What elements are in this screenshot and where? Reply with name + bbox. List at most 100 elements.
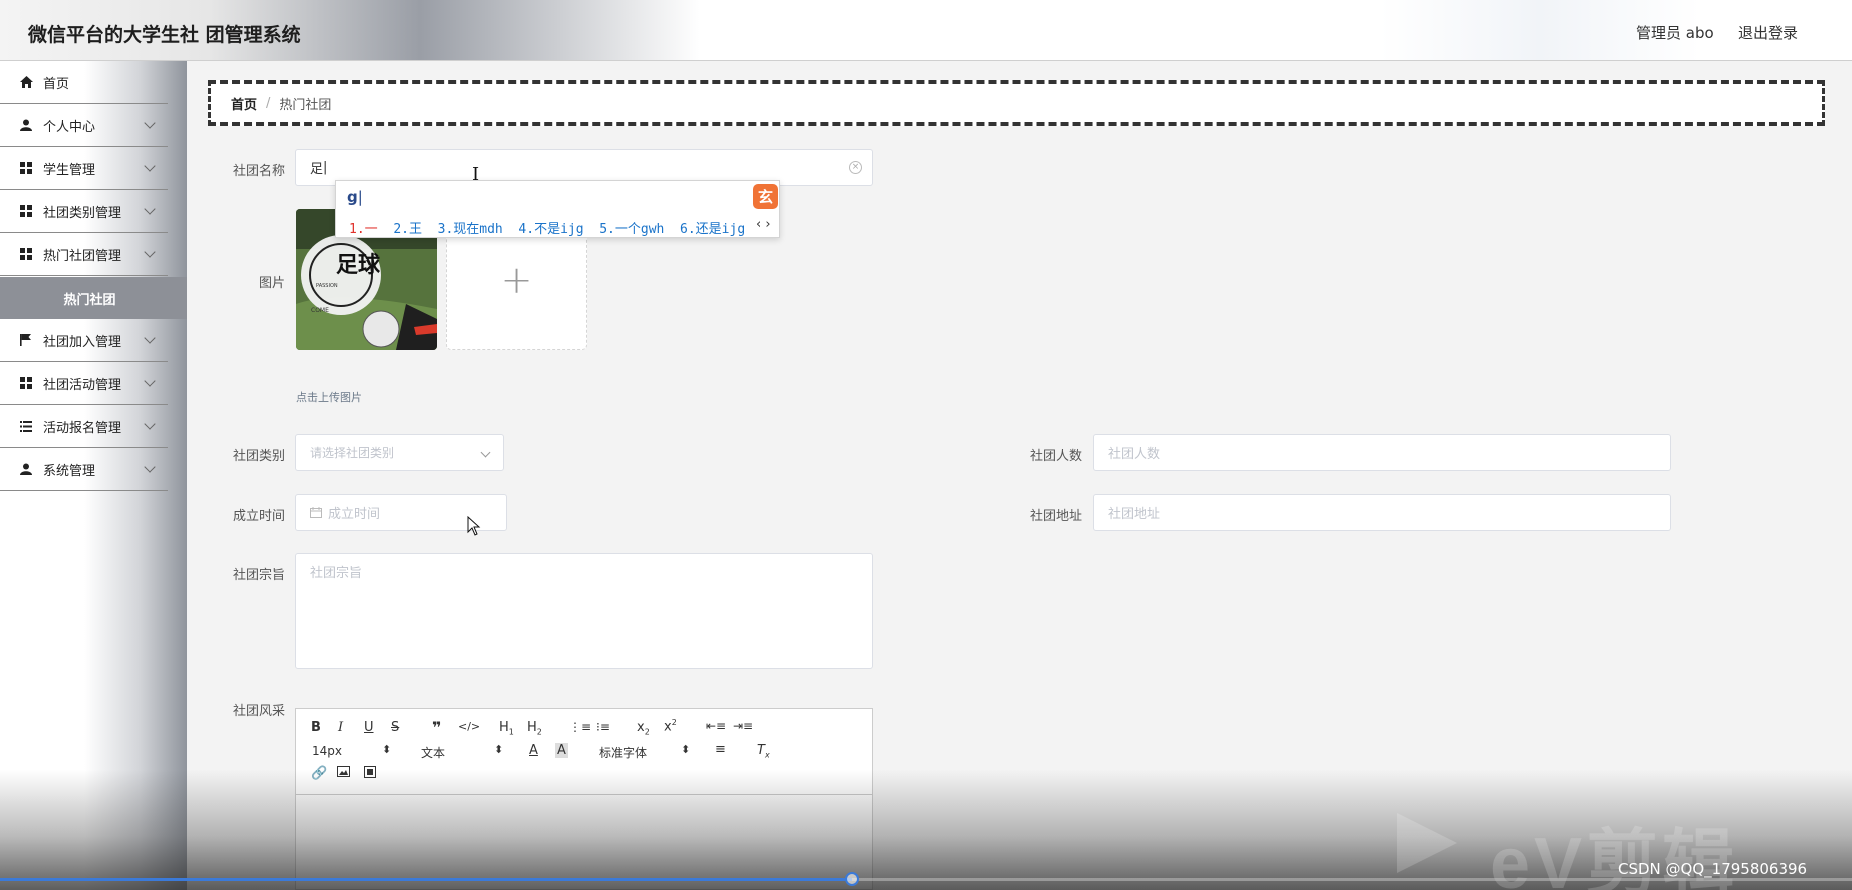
ime-candidate[interactable]: 3.现在mdh (438, 222, 503, 237)
ime-candidate[interactable]: 2.王 (393, 222, 422, 237)
address-label: 社团地址 (1029, 509, 1082, 524)
list-icon (19, 419, 33, 433)
image-icon[interactable] (337, 766, 350, 781)
italic-icon[interactable]: I (338, 720, 343, 735)
ime-logo-icon: ⽞ (753, 184, 778, 209)
indent-icon[interactable]: ⇥≡ (733, 719, 753, 733)
ime-candidate[interactable]: 5.一个gwh (599, 222, 664, 237)
club-name-label: 社团名称 (232, 164, 285, 179)
members-input[interactable]: 社团人数 (1093, 434, 1671, 471)
sidebar-item-hot-clubs[interactable]: 热门社团管理 (0, 233, 168, 276)
font-family-value: 标准字体 (599, 746, 648, 760)
sidebar-subitem-hot-club[interactable]: 热门社团 (0, 277, 187, 319)
chevron-down-icon (144, 375, 156, 387)
ime-composition: g| (347, 188, 363, 206)
purpose-textarea[interactable]: 社团宗旨 (295, 553, 873, 669)
purpose-placeholder: 社团宗旨 (310, 566, 363, 581)
calendar-icon (310, 507, 322, 518)
clear-icon[interactable]: × (849, 161, 862, 174)
address-placeholder: 社团地址 (1108, 507, 1161, 522)
video-progress-bar[interactable] (0, 872, 1852, 886)
sidebar-item-students[interactable]: 学生管理 (0, 147, 168, 190)
svg-text:COME: COME (311, 307, 329, 314)
breadcrumb-separator: / (266, 95, 271, 111)
align-icon[interactable]: ≡ (715, 742, 726, 757)
sidebar-item-system[interactable]: 系统管理 (0, 448, 168, 491)
credit-text: CSDN @QQ_1795806396 (1618, 860, 1808, 878)
sidebar-item-label: 个人中心 (43, 119, 96, 135)
chevron-down-icon (144, 332, 156, 344)
sidebar-item-label: 社团加入管理 (43, 334, 122, 350)
sidebar-item-label: 热门社团管理 (43, 248, 122, 264)
founded-placeholder: 成立时间 (328, 507, 381, 522)
chevron-down-icon (144, 418, 156, 430)
grid-icon (19, 204, 33, 218)
link-icon[interactable]: 🔗 (311, 766, 327, 781)
ime-candidate[interactable]: 6.还是ijg (680, 222, 745, 237)
ime-candidate[interactable]: 4.不是ijg (518, 222, 583, 237)
sidebar-item-label: 学生管理 (43, 162, 96, 178)
video-icon[interactable] (364, 766, 376, 782)
chevron-down-icon (480, 447, 491, 458)
block-type-value: 文本 (421, 746, 446, 760)
code-block-icon[interactable]: </> (458, 720, 480, 733)
category-label: 社团类别 (232, 449, 285, 464)
block-type-select[interactable]: 文本 (421, 744, 445, 761)
subscript-icon[interactable]: x2 (637, 720, 650, 737)
grid-icon (19, 376, 33, 390)
sidebar-item-profile[interactable]: 个人中心 (0, 104, 168, 147)
logout-link[interactable]: 退出登录 (1738, 22, 1798, 43)
play-logo-icon (1397, 813, 1457, 873)
bullet-list-icon[interactable]: ⁝≡ (596, 720, 610, 734)
ordered-list-icon[interactable]: ⋮≡ (569, 720, 591, 734)
chevron-updown-icon: ⬍ (382, 743, 392, 756)
category-select[interactable]: 请选择社团类别 (295, 434, 504, 471)
font-family-select[interactable]: 标准字体 (599, 744, 647, 761)
sidebar-subitem-label: 热门社团 (63, 292, 116, 308)
heading1-icon[interactable]: H1 (499, 720, 514, 737)
rich-text-editor[interactable]: B I U S ❞ </> H1 H2 ⋮≡ ⁝≡ x2 x2 ⇤≡ ⇥≡ 14… (295, 708, 873, 890)
heading2-icon[interactable]: H2 (527, 720, 542, 737)
sidebar-item-label: 首页 (43, 76, 70, 92)
sidebar-item-label: 社团活动管理 (43, 377, 122, 393)
sidebar: 首页 个人中心 学生管理 社团类别管理 热门社团管理 热门社团 社团加入管理 社… (0, 61, 187, 890)
address-input[interactable]: 社团地址 (1093, 494, 1671, 531)
ime-candidate[interactable]: 1.一 (349, 222, 378, 237)
chevron-down-icon (144, 246, 156, 258)
sidebar-item-club-activity[interactable]: 社团活动管理 (0, 362, 168, 405)
font-size-select[interactable]: 14px (312, 744, 342, 758)
ime-page-arrows[interactable]: ‹ › (756, 217, 771, 232)
sidebar-item-club-category[interactable]: 社团类别管理 (0, 190, 168, 233)
bold-icon[interactable]: B (311, 720, 321, 735)
style-label: 社团风采 (232, 704, 285, 719)
club-name-value: 足 (310, 162, 324, 177)
clear-format-icon[interactable]: Tx (757, 743, 770, 760)
chevron-down-icon (144, 160, 156, 172)
chevron-down-icon (144, 203, 156, 215)
editor-toolbar: B I U S ❞ </> H1 H2 ⋮≡ ⁝≡ x2 x2 ⇤≡ ⇥≡ 14… (296, 709, 872, 795)
sidebar-item-club-join[interactable]: 社团加入管理 (0, 319, 168, 362)
strike-icon[interactable]: S (391, 720, 399, 735)
chevron-updown-icon: ⬍ (494, 743, 504, 756)
grid-icon (19, 161, 33, 175)
chevron-updown-icon: ⬍ (681, 743, 691, 756)
font-color-icon[interactable]: A (529, 743, 538, 758)
superscript-icon[interactable]: x2 (664, 718, 677, 734)
user-icon (19, 118, 33, 132)
ime-candidates: 1.一 2.王 3.现在mdh 4.不是ijg 5.一个gwh 6.还是ijg (349, 218, 745, 237)
app-title: 微信平台的大学生社 团管理系统 (28, 24, 301, 46)
blockquote-icon[interactable]: ❞ (432, 718, 441, 737)
sidebar-item-label: 社团类别管理 (43, 205, 122, 221)
sidebar-item-activity-signup[interactable]: 活动报名管理 (0, 405, 168, 448)
underline-icon[interactable]: U (364, 720, 374, 735)
outdent-icon[interactable]: ⇤≡ (706, 719, 726, 733)
sidebar-item-home[interactable]: 首页 (0, 61, 168, 104)
sidebar-item-label: 活动报名管理 (43, 420, 122, 436)
mouse-pointer-icon (467, 516, 481, 536)
video-progress-fill (0, 878, 852, 881)
video-progress-knob[interactable] (845, 872, 859, 886)
background-color-icon[interactable]: A (555, 743, 568, 758)
font-size-value: 14px (312, 744, 342, 758)
breadcrumb-home[interactable]: 首页 (231, 94, 257, 113)
upload-hint: 点击上传图片 (296, 391, 362, 404)
